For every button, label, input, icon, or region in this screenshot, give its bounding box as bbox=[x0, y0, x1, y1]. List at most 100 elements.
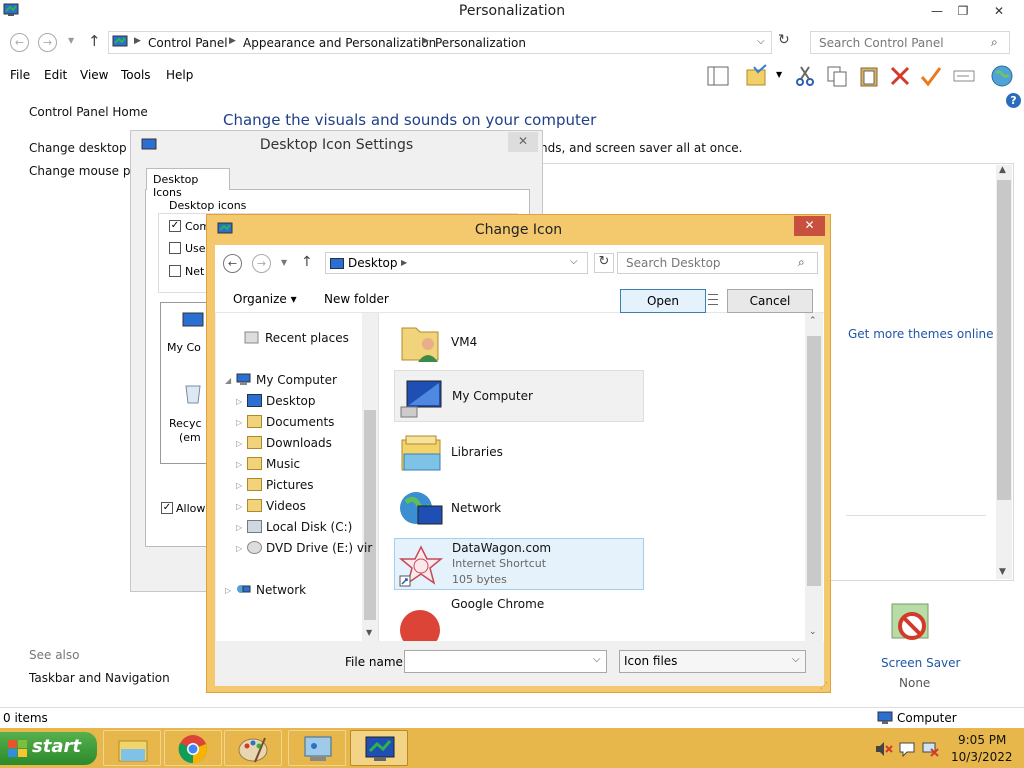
expand-arrow-icon[interactable]: ▷ bbox=[236, 418, 242, 427]
nav-taskbar-navigation[interactable]: Taskbar and Navigation bbox=[29, 671, 170, 685]
computer-checkbox[interactable]: ✓ bbox=[169, 220, 181, 232]
file-item-vm4[interactable]: VM4 bbox=[394, 316, 644, 368]
network-disconnected-icon[interactable] bbox=[921, 741, 939, 757]
file-name-input[interactable] bbox=[404, 650, 607, 673]
tab-desktop-icons[interactable]: Desktop Icons bbox=[146, 168, 230, 199]
close-button[interactable]: ✕ bbox=[794, 216, 825, 236]
cancel-button[interactable]: Cancel bbox=[727, 289, 813, 313]
delete-icon[interactable] bbox=[888, 64, 912, 88]
copy-icon[interactable] bbox=[825, 64, 849, 88]
globe-icon[interactable] bbox=[990, 64, 1014, 88]
recent-pages-icon[interactable]: ▼ bbox=[68, 36, 74, 45]
expand-arrow-icon[interactable]: ▷ bbox=[225, 586, 231, 595]
back-icon[interactable]: ← bbox=[10, 33, 29, 52]
taskbar-control-panel[interactable] bbox=[288, 730, 346, 766]
up-icon[interactable]: ↑ bbox=[88, 32, 101, 50]
paste-icon[interactable] bbox=[857, 64, 881, 88]
volume-muted-icon[interactable] bbox=[875, 741, 893, 757]
tree-documents[interactable]: Documents bbox=[266, 415, 334, 429]
tree-recent-places[interactable]: Recent places bbox=[265, 331, 349, 345]
search-input[interactable]: Search Desktop ⌕ bbox=[617, 252, 818, 274]
taskbar-personalization[interactable] bbox=[350, 730, 408, 766]
file-item-libraries[interactable]: Libraries bbox=[394, 426, 644, 478]
themes-scrollbar-thumb[interactable] bbox=[997, 180, 1011, 500]
tree-music[interactable]: Music bbox=[266, 457, 300, 471]
taskbar-explorer[interactable] bbox=[103, 730, 161, 766]
chevron-down-icon[interactable]: ⌵ bbox=[593, 654, 601, 665]
tree-videos[interactable]: Videos bbox=[266, 499, 306, 513]
tree-network[interactable]: Network bbox=[256, 583, 306, 597]
search-input[interactable]: Search Control Panel ⌕ bbox=[810, 31, 1010, 54]
forward-icon[interactable]: → bbox=[38, 33, 57, 52]
resize-grip-icon[interactable]: ⋰ bbox=[820, 681, 828, 690]
scroll-down-icon[interactable]: ▼ bbox=[366, 628, 372, 637]
chevron-right-icon[interactable]: ▶ bbox=[422, 36, 429, 46]
new-folder-button[interactable]: New folder bbox=[324, 292, 389, 306]
tree-my-computer[interactable]: My Computer bbox=[256, 373, 337, 387]
tree-local-disk[interactable]: Local Disk (C:) bbox=[266, 520, 352, 534]
nav-change-desktop-icons[interactable]: Change desktop ic bbox=[29, 141, 140, 155]
menu-tools[interactable]: Tools bbox=[121, 68, 151, 82]
menu-file[interactable]: File bbox=[10, 68, 30, 82]
expand-arrow-icon[interactable]: ▷ bbox=[236, 481, 242, 490]
chevron-down-icon[interactable]: ▼ bbox=[776, 70, 782, 79]
forward-icon[interactable]: → bbox=[252, 254, 271, 273]
help-icon[interactable]: ? bbox=[1006, 93, 1021, 108]
close-button[interactable]: ✕ bbox=[508, 132, 538, 152]
tree-desktop[interactable]: Desktop bbox=[266, 394, 316, 408]
file-item-google-chrome[interactable]: Google Chrome bbox=[394, 594, 644, 641]
cut-icon[interactable] bbox=[793, 64, 817, 88]
user-files-checkbox[interactable] bbox=[169, 242, 181, 254]
chevron-right-icon[interactable]: ▶ bbox=[229, 36, 236, 46]
folder-options-icon[interactable] bbox=[745, 64, 769, 88]
screen-saver-icon[interactable] bbox=[888, 600, 936, 650]
clock-date[interactable]: 10/3/2022 bbox=[951, 750, 1013, 764]
maximize-button[interactable]: ❐ bbox=[952, 0, 974, 22]
allow-themes-checkbox[interactable]: ✓ bbox=[161, 502, 173, 514]
nav-control-panel-home[interactable]: Control Panel Home bbox=[29, 105, 148, 119]
close-button[interactable]: ✕ bbox=[982, 0, 1016, 22]
location-input[interactable]: Desktop ▶ ⌵ bbox=[325, 252, 588, 274]
up-icon[interactable]: ↑ bbox=[301, 254, 313, 270]
chevron-down-icon[interactable]: ⌵ bbox=[757, 36, 765, 47]
expand-arrow-icon[interactable]: ◢ bbox=[225, 376, 231, 385]
address-input[interactable]: ▶ Control Panel ▶ Appearance and Persona… bbox=[108, 31, 772, 54]
layout-icon[interactable] bbox=[706, 64, 730, 88]
expand-arrow-icon[interactable]: ▷ bbox=[236, 460, 242, 469]
expand-arrow-icon[interactable]: ▷ bbox=[236, 397, 242, 406]
clock-time[interactable]: 9:05 PM bbox=[958, 733, 1006, 747]
tree-dvd-drive[interactable]: DVD Drive (E:) vir bbox=[266, 541, 372, 555]
refresh-icon[interactable]: ↻ bbox=[778, 32, 790, 48]
scroll-down-icon[interactable]: ▼ bbox=[999, 567, 1006, 577]
properties-check-icon[interactable] bbox=[919, 64, 943, 88]
nav-change-mouse-pointers[interactable]: Change mouse poi bbox=[29, 164, 141, 178]
breadcrumb-personalization[interactable]: Personalization bbox=[435, 36, 526, 50]
chevron-right-icon[interactable]: ▶ bbox=[401, 258, 407, 267]
expand-arrow-icon[interactable]: ▷ bbox=[236, 523, 242, 532]
expand-arrow-icon[interactable]: ▷ bbox=[236, 544, 242, 553]
recycle-bin-icon[interactable] bbox=[183, 381, 203, 405]
taskbar-paint[interactable] bbox=[224, 730, 282, 766]
search-icon[interactable]: ⌕ bbox=[991, 35, 998, 50]
screen-saver-link[interactable]: Screen Saver bbox=[881, 656, 960, 670]
get-more-themes-link[interactable]: Get more themes online bbox=[848, 327, 994, 341]
menu-help[interactable]: Help bbox=[166, 68, 193, 82]
minimize-button[interactable]: — bbox=[926, 0, 948, 22]
rename-icon[interactable] bbox=[952, 64, 976, 88]
expand-arrow-icon[interactable]: ▷ bbox=[236, 439, 242, 448]
recent-locations-icon[interactable]: ▼ bbox=[281, 258, 287, 267]
organize-button[interactable]: Organize ▾ bbox=[233, 292, 297, 306]
search-icon[interactable]: ⌕ bbox=[798, 255, 805, 270]
menu-edit[interactable]: Edit bbox=[44, 68, 67, 82]
scroll-up-icon[interactable]: ▲ bbox=[999, 165, 1006, 175]
file-item-my-computer[interactable]: My Computer bbox=[394, 370, 644, 422]
expand-arrow-icon[interactable]: ▷ bbox=[236, 502, 242, 511]
scroll-up-icon[interactable]: ⌃ bbox=[809, 316, 817, 326]
breadcrumb-appearance[interactable]: Appearance and Personalization bbox=[243, 36, 436, 50]
action-center-icon[interactable] bbox=[898, 741, 916, 757]
tree-downloads[interactable]: Downloads bbox=[266, 436, 332, 450]
scroll-down-icon[interactable]: ⌄ bbox=[809, 627, 817, 637]
chevron-down-icon[interactable]: ⌵ bbox=[570, 256, 578, 267]
nav-pane-scrollbar-thumb[interactable] bbox=[364, 410, 376, 620]
file-list-scrollbar-thumb[interactable] bbox=[807, 336, 821, 586]
